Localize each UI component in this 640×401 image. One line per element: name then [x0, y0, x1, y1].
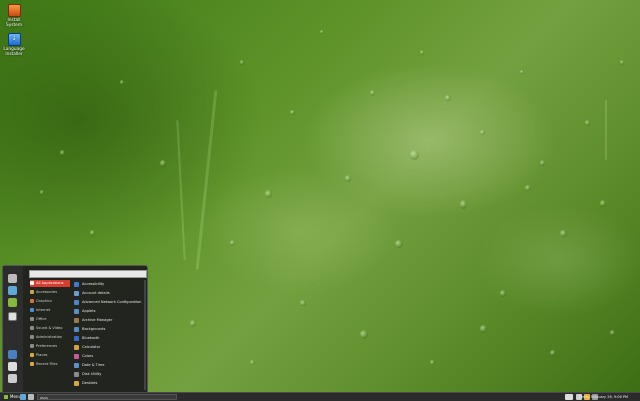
app-bluetooth[interactable]: Bluetooth: [74, 334, 144, 343]
application-menu: All Applications Accessories Graphics In…: [2, 265, 148, 394]
bluetooth-icon: [74, 335, 79, 341]
app-advanced-network-configuration[interactable]: Advanced Network Configuration: [74, 298, 144, 307]
favorite-files-icon[interactable]: [8, 312, 17, 321]
datetime-icon: [74, 362, 79, 368]
calculator-icon: [74, 344, 79, 350]
category-preferences[interactable]: Preferences: [30, 343, 70, 350]
app-archive-manager[interactable]: Archive Manager: [74, 316, 144, 325]
language-icon: ↓: [7, 33, 21, 46]
backgrounds-icon: [74, 326, 79, 332]
taskbar-window-button[interactable]: asus: [37, 394, 177, 400]
menu-scrollbar[interactable]: [144, 280, 146, 390]
category-administration[interactable]: Administration: [30, 334, 70, 341]
office-icon: [30, 317, 34, 321]
app-desklets[interactable]: Desklets: [74, 379, 144, 388]
network-icon: [74, 299, 79, 305]
category-office[interactable]: Office: [30, 316, 70, 323]
keyboard-layout-icon[interactable]: [565, 394, 573, 400]
app-date-time[interactable]: Date & Time: [74, 361, 144, 370]
category-recent-files[interactable]: Recent Files: [30, 361, 70, 368]
mint-logo-icon: [4, 395, 8, 399]
preferences-icon: [30, 344, 34, 348]
all-apps-icon: [30, 281, 34, 285]
desktop-icon-label: Language Installer: [3, 47, 25, 57]
shutdown-icon[interactable]: [8, 374, 17, 383]
desktop-icon-label: Install System: [5, 18, 23, 28]
desklets-icon: [74, 380, 79, 386]
sound-video-icon: [30, 326, 34, 330]
graphics-icon: [30, 299, 34, 303]
internet-icon: [30, 308, 34, 312]
category-places[interactable]: Places: [30, 352, 70, 359]
installer-icon: [7, 4, 21, 17]
account-icon: [74, 290, 79, 296]
app-account-details[interactable]: Account details: [74, 289, 144, 298]
category-sound-video[interactable]: Sound & Video: [30, 325, 70, 332]
accessories-icon: [30, 290, 34, 294]
accessibility-icon: [74, 281, 79, 287]
category-graphics[interactable]: Graphics: [30, 298, 70, 305]
archive-icon: [74, 317, 79, 323]
app-calculator[interactable]: Calculator: [74, 343, 144, 352]
category-internet[interactable]: Internet: [30, 307, 70, 314]
app-applets[interactable]: Applets: [74, 307, 144, 316]
launcher-terminal-icon[interactable]: [28, 394, 34, 400]
desktop-icon-language-installer[interactable]: ↓ Language Installer: [0, 33, 28, 57]
launcher-browser-icon[interactable]: [20, 394, 26, 400]
menu-search-input[interactable]: [29, 270, 147, 278]
app-accessibility[interactable]: Accessibility: [74, 280, 144, 289]
favorite-terminal-icon[interactable]: [8, 274, 17, 283]
recent-files-icon: [30, 362, 34, 366]
clock[interactable]: Friday February 26, 9:06 PM: [579, 394, 628, 400]
app-backgrounds[interactable]: Backgrounds: [74, 325, 144, 334]
favorite-browser-icon[interactable]: [8, 286, 17, 295]
places-icon: [30, 353, 34, 357]
applets-icon: [74, 308, 79, 314]
desktop-icon-install-system[interactable]: Install System: [0, 4, 28, 28]
disk-icon: [74, 371, 79, 377]
app-colors[interactable]: Colors: [74, 352, 144, 361]
favorite-software-icon[interactable]: [8, 298, 17, 307]
category-accessories[interactable]: Accessories: [30, 289, 70, 296]
lock-screen-icon[interactable]: [8, 350, 17, 359]
favorites-bar: [3, 266, 23, 393]
category-all-applications[interactable]: All Applications: [30, 280, 70, 287]
app-disk-utility[interactable]: Disk Utility: [74, 370, 144, 379]
colors-icon: [74, 353, 79, 359]
administration-icon: [30, 335, 34, 339]
logout-icon[interactable]: [8, 362, 17, 371]
